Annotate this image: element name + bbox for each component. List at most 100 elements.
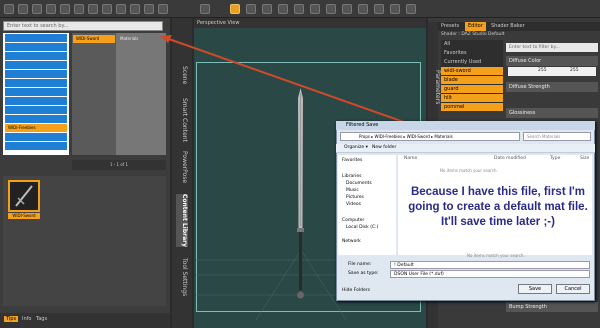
color-swatch[interactable]: 255 255	[508, 67, 596, 76]
tool-icon[interactable]	[310, 4, 320, 14]
color-value: 255	[538, 68, 547, 73]
main-toolbar	[0, 0, 600, 18]
prop-glossiness[interactable]: Glossiness	[506, 108, 598, 118]
tab-tips[interactable]: Tips	[4, 316, 19, 322]
nav-local-disk[interactable]: Local Disk (C:)	[346, 225, 378, 230]
list-item[interactable]: blade	[441, 76, 503, 84]
tool-icon[interactable]	[358, 4, 368, 14]
dialog-title: Filtered Save	[336, 121, 595, 130]
tool-icon[interactable]	[18, 4, 28, 14]
tool-icon[interactable]	[74, 4, 84, 14]
prop-diffuse-strength[interactable]: Diffuse Strength	[506, 82, 598, 92]
list-item[interactable]: pommel	[441, 103, 503, 111]
no-match-message: No items match your search.	[440, 168, 498, 173]
nav-favorites[interactable]: Favorites	[342, 158, 362, 163]
pointer-tool-icon[interactable]	[230, 4, 240, 14]
dialog-search[interactable]: Search Materials	[523, 132, 591, 141]
file-name-input[interactable]: ! Default	[390, 261, 590, 269]
tree-item[interactable]	[5, 79, 67, 87]
tree-item[interactable]	[5, 70, 67, 78]
hide-folders-button[interactable]: Hide Folders	[342, 288, 370, 293]
new-folder-button[interactable]: New folder	[372, 145, 396, 150]
tool-icon[interactable]	[246, 4, 256, 14]
tab-tags[interactable]: Tags	[36, 316, 47, 322]
tab-editor[interactable]: Editor	[465, 22, 486, 31]
organize-button[interactable]: Organize ▾	[344, 145, 368, 150]
save-type-select[interactable]: DSON User File (*.duf)	[390, 270, 590, 278]
tool-icon[interactable]	[294, 4, 304, 14]
tree-item[interactable]	[5, 133, 67, 141]
list-item[interactable]: guard	[441, 85, 503, 93]
dialog-toolbar: Organize ▾ New folder	[336, 144, 595, 153]
tab-powerpose[interactable]: PowerPose	[176, 151, 188, 183]
list-item[interactable]: Favorites	[441, 49, 503, 57]
search-input[interactable]: Enter text to search by...	[3, 21, 163, 31]
column-header-size[interactable]: Size	[580, 156, 589, 161]
tool-icon[interactable]	[60, 4, 70, 14]
asset-label: WIDI-Sword	[8, 213, 40, 219]
tool-icon[interactable]	[46, 4, 56, 14]
tool-icon[interactable]	[4, 4, 14, 14]
address-bar[interactable]: Props ▸ WIDI-Freebies ▸ WIDI-Sword ▸ Mat…	[340, 132, 520, 141]
surface-list: All Favorites Currently Used widi-sword …	[441, 40, 503, 111]
tab-info[interactable]: Info	[22, 316, 31, 322]
tool-icon[interactable]	[200, 4, 210, 14]
color-value: 255	[570, 68, 579, 73]
viewport-title: Perspective View	[194, 18, 426, 28]
nav-libraries[interactable]: Libraries	[342, 174, 361, 179]
nav-documents[interactable]: Documents	[346, 181, 372, 186]
tree-item[interactable]	[5, 52, 67, 60]
tool-icon[interactable]	[390, 4, 400, 14]
tool-icon[interactable]	[406, 4, 416, 14]
tool-icon[interactable]	[130, 4, 140, 14]
tree-item[interactable]	[5, 97, 67, 105]
tab-shader-baker[interactable]: Shader Baker	[488, 22, 528, 31]
prop-diffuse-color[interactable]: Diffuse Color	[506, 56, 598, 66]
tab-parameters[interactable]: Parameters	[429, 70, 441, 104]
tool-icon[interactable]	[374, 4, 384, 14]
tool-icon[interactable]	[158, 4, 168, 14]
save-button[interactable]: Save	[518, 284, 552, 294]
annotation-text: Because I have this file, first I'm goin…	[408, 186, 588, 228]
folder-widi-sword[interactable]: WIDI-Sword	[73, 35, 115, 43]
list-item[interactable]: widi-sword	[441, 67, 503, 75]
nav-pictures[interactable]: Pictures	[346, 195, 364, 200]
filter-input[interactable]: Enter text to filter by...	[506, 43, 598, 52]
nav-videos[interactable]: Videos	[346, 202, 361, 207]
column-header-name[interactable]: Name	[404, 156, 417, 161]
list-item[interactable]: hilt	[441, 94, 503, 102]
column-header-date[interactable]: Date modified	[494, 156, 526, 161]
tool-icon[interactable]	[88, 4, 98, 14]
dialog-nav-pane: Favorites Libraries Documents Music Pict…	[338, 155, 396, 255]
tab-tool-settings[interactable]: Tool Settings	[176, 258, 188, 296]
prop-bump-strength[interactable]: Bump Strength	[506, 302, 598, 312]
tree-item[interactable]	[5, 88, 67, 96]
tab-presets[interactable]: Presets	[438, 22, 462, 31]
tree-item[interactable]	[5, 61, 67, 69]
tree-item[interactable]	[5, 34, 67, 42]
tool-icon[interactable]	[102, 4, 112, 14]
nav-computer[interactable]: Computer	[342, 218, 364, 223]
list-item[interactable]: Currently Used	[441, 58, 503, 66]
tool-icon[interactable]	[326, 4, 336, 14]
tree-item[interactable]	[5, 43, 67, 51]
folder-column: WIDI-Sword	[72, 33, 116, 155]
file-name-label: File name:	[348, 262, 372, 267]
tree-item[interactable]	[5, 106, 67, 114]
tool-icon[interactable]	[116, 4, 126, 14]
nav-network[interactable]: Network	[342, 239, 361, 244]
tool-icon[interactable]	[342, 4, 352, 14]
tree-item[interactable]	[5, 115, 67, 123]
tab-content-library[interactable]: Content Library	[176, 194, 188, 248]
cancel-button[interactable]: Cancel	[556, 284, 590, 294]
list-item[interactable]: All	[441, 40, 503, 48]
tree-item[interactable]	[5, 142, 67, 150]
nav-music[interactable]: Music	[346, 188, 359, 193]
tool-icon[interactable]	[32, 4, 42, 14]
tool-icon[interactable]	[262, 4, 272, 14]
asset-thumbnail[interactable]	[8, 180, 40, 212]
column-header-type[interactable]: Type	[550, 156, 560, 161]
tool-icon[interactable]	[144, 4, 154, 14]
tool-icon[interactable]	[278, 4, 288, 14]
tree-item-widi-freebies[interactable]: WIDI-Freebies	[5, 124, 67, 132]
